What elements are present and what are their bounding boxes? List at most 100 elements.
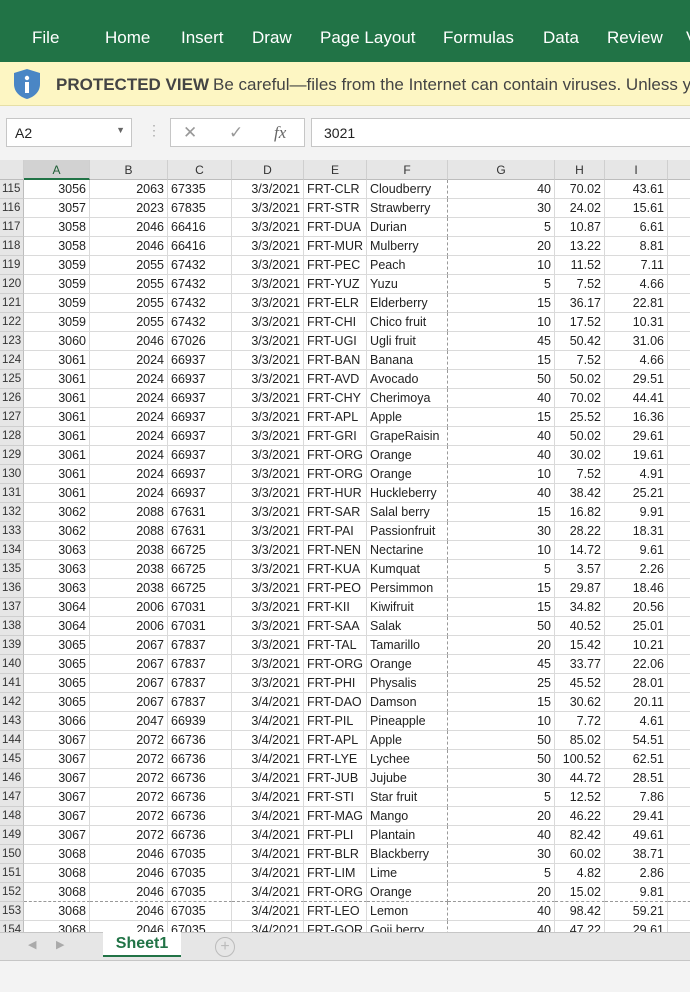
cell[interactable]: 50.42 (555, 332, 605, 351)
insert-function-icon[interactable]: fx (274, 123, 286, 143)
cell[interactable]: 70.02 (555, 180, 605, 199)
cell[interactable]: 82.42 (555, 826, 605, 845)
cell[interactable]: 3062 (24, 522, 90, 541)
row-header[interactable]: 141 (0, 674, 24, 693)
cell[interactable]: 3059 (24, 294, 90, 313)
cell[interactable]: 25.21 (605, 484, 668, 503)
ribbon-tab-page-layout[interactable]: Page Layout (320, 28, 415, 48)
cell[interactable]: Goji berry (367, 921, 448, 932)
cell[interactable]: 29.87 (555, 579, 605, 598)
cell[interactable] (668, 503, 690, 522)
cell[interactable]: 3/4/2021 (232, 769, 304, 788)
cell[interactable]: 3061 (24, 446, 90, 465)
cell[interactable]: 66937 (168, 408, 232, 427)
cell[interactable]: FRT-ORG (304, 465, 367, 484)
cell[interactable]: 40 (448, 180, 555, 199)
cell[interactable]: Salak (367, 617, 448, 636)
cell[interactable]: 66416 (168, 218, 232, 237)
cell[interactable]: 3068 (24, 902, 90, 921)
cell[interactable]: FRT-ORG (304, 883, 367, 902)
row-header[interactable]: 153 (0, 902, 24, 921)
cell[interactable]: FRT-MUR (304, 237, 367, 256)
row-header[interactable]: 131 (0, 484, 24, 503)
cell[interactable]: 67335 (168, 180, 232, 199)
cell[interactable]: 40 (448, 427, 555, 446)
cell[interactable]: 66725 (168, 579, 232, 598)
column-header-g[interactable]: G (448, 160, 555, 180)
ribbon-tab-formulas[interactable]: Formulas (443, 28, 514, 48)
cell[interactable]: 7.11 (605, 256, 668, 275)
column-header-c[interactable]: C (168, 160, 232, 180)
cell[interactable]: 2006 (90, 598, 168, 617)
cell[interactable]: 2024 (90, 351, 168, 370)
column-header-e[interactable]: E (304, 160, 367, 180)
cell[interactable]: 2024 (90, 389, 168, 408)
cell[interactable]: 40.52 (555, 617, 605, 636)
cell[interactable]: FRT-YUZ (304, 275, 367, 294)
cell[interactable]: 9.61 (605, 541, 668, 560)
cell[interactable]: 3057 (24, 199, 90, 218)
cell[interactable]: FRT-CHY (304, 389, 367, 408)
cell[interactable]: 50.02 (555, 427, 605, 446)
cell[interactable] (668, 199, 690, 218)
cell[interactable]: FRT-ORG (304, 655, 367, 674)
cell[interactable]: Lemon (367, 902, 448, 921)
cell[interactable]: Strawberry (367, 199, 448, 218)
cell[interactable]: 30 (448, 199, 555, 218)
cell[interactable]: 40 (448, 902, 555, 921)
cell[interactable]: 15 (448, 579, 555, 598)
cell[interactable]: 3/3/2021 (232, 560, 304, 579)
cell[interactable]: FRT-NEN (304, 541, 367, 560)
cell[interactable]: FRT-LIM (304, 864, 367, 883)
cell[interactable] (668, 674, 690, 693)
cell[interactable]: 20.11 (605, 693, 668, 712)
cell[interactable]: Star fruit (367, 788, 448, 807)
cell[interactable]: 7.86 (605, 788, 668, 807)
row-header[interactable]: 146 (0, 769, 24, 788)
column-header-a[interactable]: A (24, 160, 90, 180)
cell[interactable]: 10 (448, 712, 555, 731)
cell[interactable]: Yuzu (367, 275, 448, 294)
cell[interactable]: 2067 (90, 693, 168, 712)
formula-input[interactable]: 3021 (311, 118, 690, 147)
cell[interactable]: 2046 (90, 237, 168, 256)
column-header-b[interactable]: B (90, 160, 168, 180)
cell[interactable] (668, 218, 690, 237)
cell[interactable]: FRT-GRI (304, 427, 367, 446)
cell[interactable] (668, 275, 690, 294)
cell[interactable]: 3/4/2021 (232, 902, 304, 921)
cell[interactable]: 67837 (168, 655, 232, 674)
cell[interactable]: 45.52 (555, 674, 605, 693)
cell[interactable]: 2072 (90, 826, 168, 845)
cell[interactable]: Passionfruit (367, 522, 448, 541)
cell[interactable]: 67837 (168, 636, 232, 655)
cell[interactable]: 40 (448, 389, 555, 408)
cell[interactable]: 29.61 (605, 427, 668, 446)
ribbon-tab-view[interactable]: View (686, 28, 690, 48)
cell[interactable] (668, 313, 690, 332)
cell[interactable]: 30.62 (555, 693, 605, 712)
cell[interactable]: 44.72 (555, 769, 605, 788)
cell[interactable]: 3/4/2021 (232, 864, 304, 883)
cell[interactable]: 66937 (168, 351, 232, 370)
cell[interactable]: Mango (367, 807, 448, 826)
cell[interactable]: Banana (367, 351, 448, 370)
cell[interactable]: 5 (448, 788, 555, 807)
cell[interactable]: 46.22 (555, 807, 605, 826)
cell[interactable]: 18.46 (605, 579, 668, 598)
cell[interactable]: 3068 (24, 845, 90, 864)
cell[interactable]: 66736 (168, 750, 232, 769)
cell[interactable]: 3/3/2021 (232, 275, 304, 294)
cell[interactable]: 2038 (90, 541, 168, 560)
cell[interactable]: Huckleberry (367, 484, 448, 503)
column-header-j[interactable] (668, 160, 690, 180)
cell[interactable]: 3/4/2021 (232, 750, 304, 769)
cell[interactable] (668, 921, 690, 932)
cell[interactable]: 13.22 (555, 237, 605, 256)
cell[interactable]: 4.66 (605, 275, 668, 294)
cell[interactable] (668, 351, 690, 370)
cell[interactable]: 50 (448, 750, 555, 769)
cell[interactable]: 66736 (168, 826, 232, 845)
cell[interactable]: 5 (448, 218, 555, 237)
cell[interactable]: 2072 (90, 769, 168, 788)
